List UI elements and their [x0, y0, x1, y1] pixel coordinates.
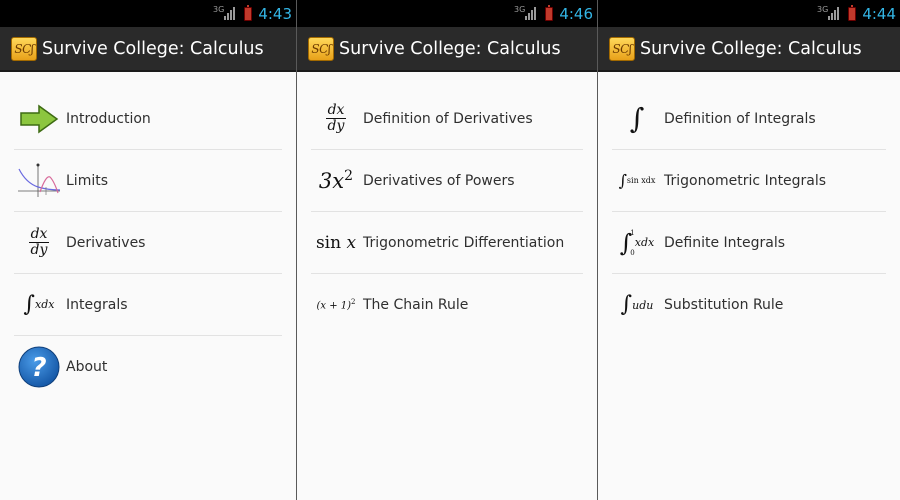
menu-item-label: Integrals: [66, 296, 128, 313]
dx-dy-icon: dx dy: [14, 219, 64, 267]
menu-item-label: Definition of Derivatives: [363, 110, 533, 127]
action-bar: SCʃ Survive College: Calculus: [0, 27, 296, 72]
menu-item-about[interactable]: ? About: [14, 336, 282, 398]
menu-item-label: Derivatives of Powers: [363, 172, 515, 189]
math-expression: udu: [632, 298, 654, 312]
integral-sin-icon: ∫ sin xdx: [618, 170, 656, 190]
math-numerator: dx: [325, 102, 347, 119]
screens-container: 3G 4:43 SCʃ Survive College: Calculus In…: [0, 0, 900, 500]
help-icon: ?: [14, 343, 64, 391]
battery-icon: [848, 4, 857, 21]
math-expression: (x + 1): [316, 300, 352, 312]
menu-item-definition-of-integrals[interactable]: ∫ Definition of Integrals: [612, 88, 886, 150]
status-bar: 3G 4:46: [297, 0, 597, 27]
menu-item-introduction[interactable]: Introduction: [14, 88, 282, 150]
menu-item-label: About: [66, 359, 108, 375]
action-bar: SCʃ Survive College: Calculus: [297, 27, 597, 72]
network-type: 3G: [514, 5, 526, 14]
integral-udu-icon: ∫ udu: [620, 292, 654, 317]
math-exponent: 2: [351, 298, 356, 307]
menu-item-derivatives[interactable]: dx dy Derivatives: [14, 212, 282, 274]
menu-item-limits[interactable]: Limits: [14, 150, 282, 212]
menu-item-label: Introduction: [66, 110, 151, 127]
app-title: Survive College: Calculus: [640, 38, 862, 59]
chain-rule-icon: (x + 1)2: [311, 281, 361, 329]
app-title: Survive College: Calculus: [42, 38, 264, 59]
math-denominator: dy: [327, 118, 345, 134]
lower-limit: 0: [630, 248, 635, 257]
sin-x-icon: sin x: [311, 219, 361, 267]
signal-icon: [828, 7, 842, 20]
clock: 4:44: [862, 4, 896, 23]
menu-item-label: Limits: [66, 172, 108, 189]
status-bar: 3G 4:44: [598, 0, 900, 27]
signal-icon: [224, 7, 238, 20]
clock: 4:46: [559, 4, 593, 23]
menu-item-definite-integrals[interactable]: ∫ 1 0 xdx Definite Integrals: [612, 212, 886, 274]
dx-dy-icon: dx dy: [311, 95, 361, 143]
math-expression: xdx: [35, 298, 55, 311]
menu-item-label: Definite Integrals: [664, 234, 786, 251]
math-variable: x: [346, 232, 357, 253]
definite-integral-icon: ∫ 1 0 xdx: [619, 228, 655, 257]
topic-list: dx dy Definition of Derivatives 3x2 Deriv…: [297, 72, 597, 336]
screen-integrals-menu: 3G 4:44 SCʃ Survive College: Calculus ∫ …: [598, 0, 900, 500]
power-icon: 3x2: [311, 157, 361, 205]
math-expression: sin xdx: [626, 176, 656, 185]
math-expression: xdx: [634, 236, 655, 249]
menu-item-label: Trigonometric Differentiation: [363, 234, 565, 251]
help-glyph: ?: [31, 353, 46, 383]
menu-item-trigonometric-integrals[interactable]: ∫ sin xdx Trigonometric Integrals: [612, 150, 886, 212]
network-type: 3G: [817, 5, 829, 14]
menu-item-derivatives-of-powers[interactable]: 3x2 Derivatives of Powers: [311, 150, 583, 212]
app-title: Survive College: Calculus: [339, 38, 561, 59]
menu-item-label: Substitution Rule: [664, 297, 784, 313]
limits-graph-icon: [14, 157, 64, 205]
menu-item-integrals[interactable]: ∫ xdx Integrals: [14, 274, 282, 336]
menu-item-label: The Chain Rule: [363, 297, 469, 313]
menu-item-definition-of-derivatives[interactable]: dx dy Definition of Derivatives: [311, 88, 583, 150]
math-numerator: dx: [28, 226, 50, 243]
arrow-right-icon: [14, 95, 64, 143]
signal-icon: [525, 7, 539, 20]
menu-item-label: Definition of Integrals: [664, 110, 816, 127]
topic-list: ∫ Definition of Integrals ∫ sin xdx Trigo…: [598, 72, 900, 336]
menu-item-label: Derivatives: [66, 234, 146, 251]
app-logo-icon[interactable]: SCʃ: [609, 36, 635, 61]
battery-icon: [244, 4, 253, 21]
math-exponent: 2: [344, 168, 354, 184]
integral-xdx-icon: ∫ xdx: [23, 291, 55, 317]
action-bar: SCʃ Survive College: Calculus: [598, 27, 900, 72]
menu-item-trigonometric-differentiation[interactable]: sin x Trigonometric Differentiation: [311, 212, 583, 274]
integral-icon: ∫: [629, 101, 645, 135]
screen-main-menu: 3G 4:43 SCʃ Survive College: Calculus In…: [0, 0, 297, 500]
status-bar: 3G 4:43: [0, 0, 296, 27]
network-type: 3G: [213, 5, 225, 14]
math-denominator: dy: [30, 242, 48, 258]
topic-list: Introduction Limits dx dy Derivatives ∫ …: [0, 72, 296, 398]
app-logo-icon[interactable]: SCʃ: [308, 36, 334, 61]
menu-item-substitution-rule[interactable]: ∫ udu Substitution Rule: [612, 274, 886, 336]
menu-item-chain-rule[interactable]: (x + 1)2 The Chain Rule: [311, 274, 583, 336]
clock: 4:43: [258, 4, 292, 23]
math-function: sin: [315, 232, 342, 253]
app-logo-icon[interactable]: SCʃ: [11, 36, 37, 61]
battery-icon: [545, 4, 554, 21]
screen-derivatives-menu: 3G 4:46 SCʃ Survive College: Calculus dx…: [297, 0, 598, 500]
math-base: 3x: [318, 169, 345, 193]
menu-item-label: Trigonometric Integrals: [664, 172, 827, 189]
